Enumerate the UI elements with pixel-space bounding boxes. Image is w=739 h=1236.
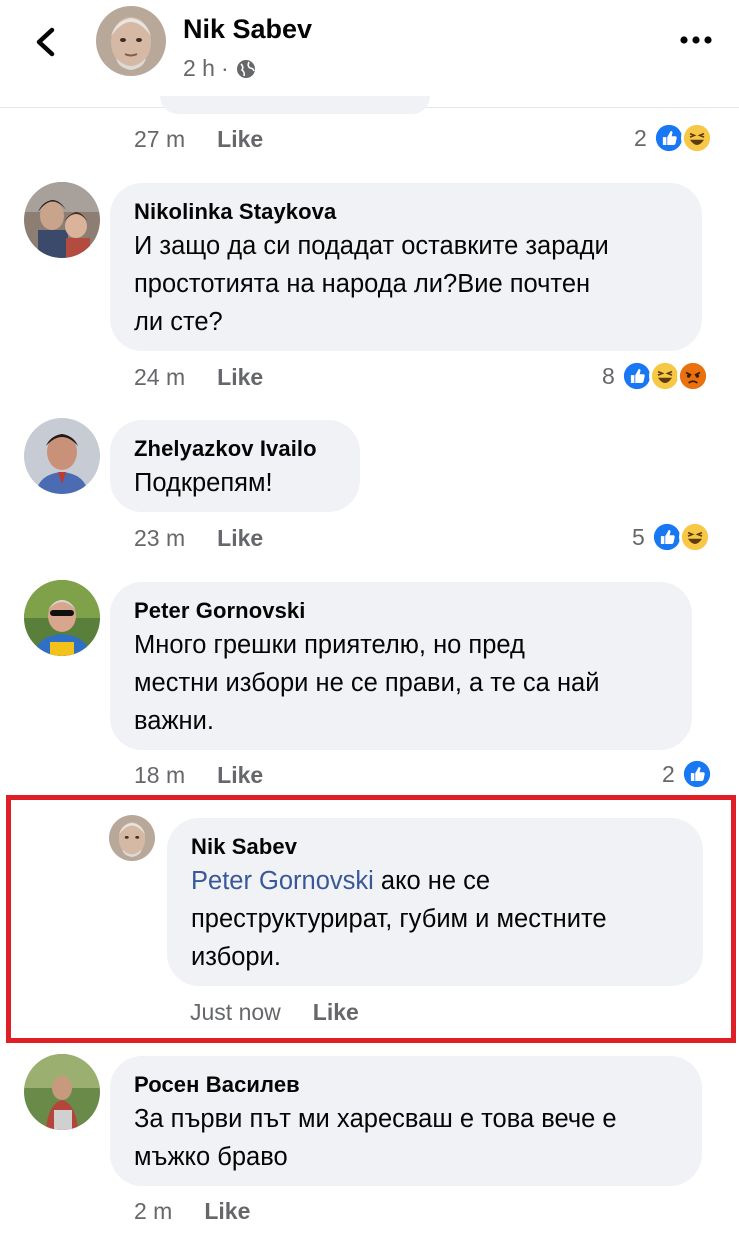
comment-text: Много грешки приятелю, но пред местни из… — [134, 631, 600, 735]
post-author-name[interactable]: Nik Sabev — [183, 14, 312, 45]
comment-time[interactable]: 23 m — [134, 525, 185, 552]
comment-author[interactable]: Росен Василев — [134, 1070, 678, 1100]
commenter-avatar[interactable] — [24, 1054, 100, 1130]
comment-author[interactable]: Peter Gornovski — [134, 596, 668, 626]
ellipsis-icon[interactable] — [676, 30, 716, 50]
reply-bubble[interactable]: Nik Sabev Peter Gornovski ако не се прес… — [167, 818, 703, 986]
reaction-summary[interactable]: 5 — [632, 521, 711, 553]
like-reaction-icon — [652, 122, 685, 154]
like-button[interactable]: Like — [217, 126, 263, 153]
comment-text: Подкрепям! — [134, 469, 273, 497]
comment-time: Just now — [190, 999, 281, 1025]
haha-reaction-icon — [678, 521, 711, 553]
commenter-avatar[interactable] — [24, 418, 100, 494]
comment-time[interactable]: 27 m — [134, 126, 185, 153]
like-button[interactable]: Like — [313, 999, 359, 1026]
reaction-count: 8 — [602, 362, 615, 389]
chevron-left-icon[interactable] — [28, 22, 64, 62]
comment-text: Peter Gornovski ако не се преструктурира… — [191, 867, 607, 971]
previous-comment-bubble — [160, 96, 430, 114]
post-header: Nik Sabev 2 h · — [0, 0, 739, 108]
reaction-count: 5 — [632, 523, 645, 550]
comment-time[interactable]: 24 m — [134, 364, 185, 391]
like-reaction-icon — [620, 360, 653, 392]
like-button[interactable]: Like — [217, 525, 263, 552]
reaction-summary[interactable]: 2 — [662, 758, 713, 790]
comment-bubble[interactable]: Nikolinka Staykova И защо да си подадат … — [110, 183, 702, 351]
post-time[interactable]: 2 h — [183, 55, 215, 82]
mention-link[interactable]: Peter Gornovski — [191, 867, 374, 895]
like-button[interactable]: Like — [217, 762, 263, 789]
comment-meta: 18 m Like — [134, 762, 263, 789]
reaction-count: 2 — [634, 124, 647, 151]
comment-bubble[interactable]: Peter Gornovski Много грешки приятелю, н… — [110, 582, 692, 750]
reaction-summary[interactable]: 8 — [602, 360, 709, 392]
comment-author[interactable]: Nik Sabev — [191, 832, 679, 862]
comment-meta: 2 m Like — [134, 1198, 250, 1225]
comment-text: За първи път ми хaресваш е това вече е м… — [134, 1105, 617, 1171]
reaction-count: 2 — [662, 760, 675, 787]
comment-meta: 27 m Like — [134, 126, 263, 153]
comment-meta: 23 m Like — [134, 525, 263, 552]
angry-reaction-icon — [676, 360, 709, 392]
comment-author[interactable]: Nikolinka Staykova — [134, 197, 678, 227]
like-reaction-icon — [650, 521, 683, 553]
haha-reaction-icon — [648, 360, 681, 392]
post-meta: 2 h · — [183, 55, 257, 82]
like-reaction-icon — [680, 758, 713, 790]
haha-reaction-icon — [680, 122, 713, 154]
globe-icon — [236, 59, 255, 78]
author-avatar[interactable] — [96, 6, 166, 76]
comment-time[interactable]: 2 m — [134, 1198, 172, 1225]
comment-author[interactable]: Zhelyazkov Ivailo — [134, 434, 336, 464]
like-button[interactable]: Like — [204, 1198, 250, 1225]
comment-bubble[interactable]: Росен Василев За първи път ми хaресваш е… — [110, 1056, 702, 1186]
comment-bubble[interactable]: Zhelyazkov Ivailo Подкрепям! — [110, 420, 360, 512]
commenter-avatar[interactable] — [24, 182, 100, 258]
comment-text: И защо да си подадат оставките заради пр… — [134, 232, 609, 336]
reply-avatar[interactable] — [109, 815, 155, 861]
reaction-summary[interactable]: 2 — [634, 122, 713, 154]
comment-meta: 24 m Like — [134, 364, 263, 391]
comment-meta: Just now Like — [190, 999, 359, 1026]
commenter-avatar[interactable] — [24, 580, 100, 656]
comment-time[interactable]: 18 m — [134, 762, 185, 789]
like-button[interactable]: Like — [217, 364, 263, 391]
